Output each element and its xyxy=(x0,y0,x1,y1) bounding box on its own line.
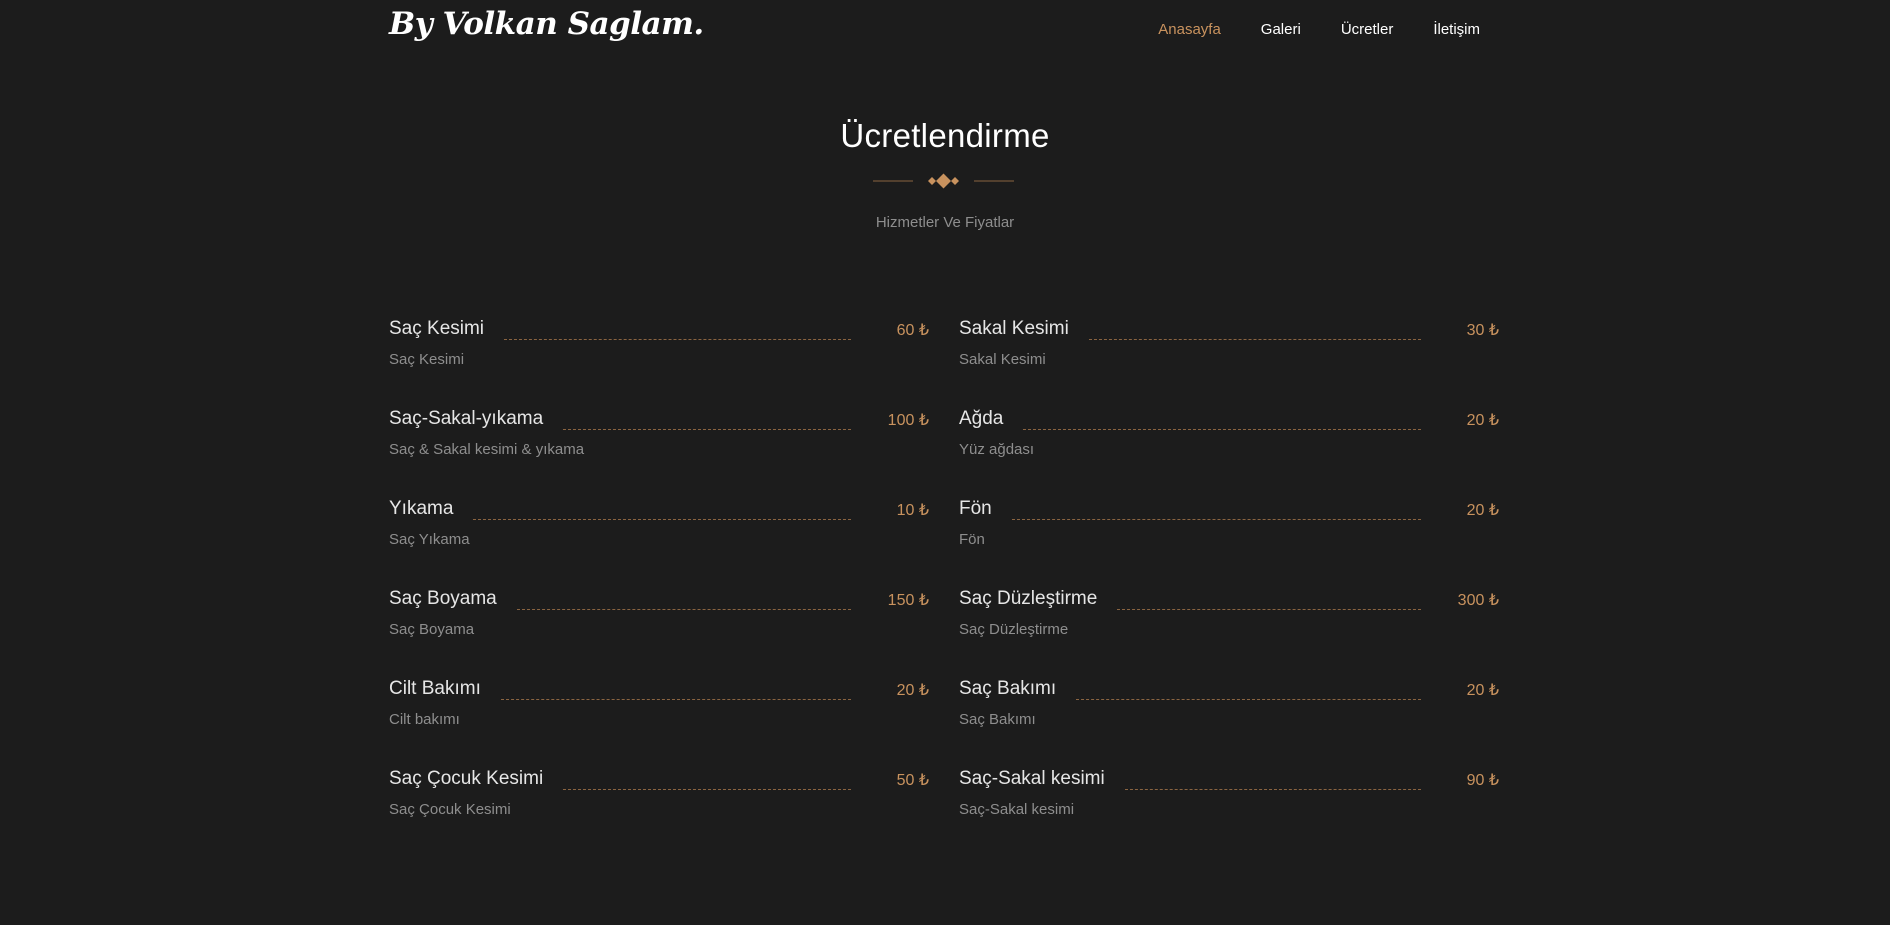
service-name: Yıkama xyxy=(389,498,454,519)
service-price: 100 ₺ xyxy=(887,412,929,429)
service-name: Saç Kesimi xyxy=(389,318,485,339)
dotted-leader xyxy=(1088,338,1421,340)
price-item-row: Saç Düzleştirme xyxy=(959,588,1499,610)
price-item: Saç Boyama 150 ₺ Saç Boyama xyxy=(389,588,929,678)
service-name: Saç-Sakal kesimi xyxy=(959,768,1105,789)
service-name: Saç-Sakal-yıkama xyxy=(389,408,544,429)
service-name: Saç Düzleştirme xyxy=(959,588,1098,609)
service-description: Saç Kesimi xyxy=(389,351,465,368)
service-description: Cilt bakımı xyxy=(389,711,460,728)
price-item-row: Saç Çocuk Kesimi xyxy=(389,768,929,790)
service-name: Ağda xyxy=(959,408,1004,429)
site-header: By Volkan Saglam. Anasayfa Galeri Ücretl… xyxy=(389,0,1500,62)
service-price: 150 ₺ xyxy=(887,592,929,609)
dotted-leader xyxy=(516,608,851,610)
service-name: Cilt Bakımı xyxy=(389,678,481,699)
dotted-leader xyxy=(1023,428,1421,430)
price-item-row: Saç Bakımı xyxy=(959,678,1499,700)
price-item-row: Saç-Sakal-yıkama xyxy=(389,408,929,430)
dotted-leader xyxy=(473,518,851,520)
section-title: Ücretlendirme xyxy=(840,117,1050,154)
site-logo[interactable]: By Volkan Saglam. xyxy=(389,6,704,42)
service-price: 90 ₺ xyxy=(1466,772,1499,789)
price-item: Saç Çocuk Kesimi 50 ₺ Saç Çocuk Kesimi xyxy=(389,768,929,858)
service-price: 20 ₺ xyxy=(1466,502,1499,519)
price-item: Fön 20 ₺ Fön xyxy=(959,498,1499,588)
nav-item-anasayfa[interactable]: Anasayfa xyxy=(1158,21,1221,38)
service-description: Fön xyxy=(959,531,985,548)
price-list-left: Saç Kesimi 60 ₺ Saç Kesimi Saç-Sakal-yıkama… xyxy=(389,318,929,858)
page: By Volkan Saglam. Anasayfa Galeri Ücretl… xyxy=(0,0,1890,925)
service-name: Fön xyxy=(959,498,992,519)
price-item-row: Ağda xyxy=(959,408,1499,430)
service-name: Sakal Kesimi xyxy=(959,318,1069,339)
price-item-row: Saç Kesimi xyxy=(389,318,929,340)
price-item-row: Saç Boyama xyxy=(389,588,929,610)
service-description: Saç & Sakal kesimi & yıkama xyxy=(389,441,585,458)
service-description: Saç Yıkama xyxy=(389,531,470,548)
price-item: Ağda 20 ₺ Yüz ağdası xyxy=(959,408,1499,498)
service-price: 20 ₺ xyxy=(1466,682,1499,699)
price-item: Saç-Sakal kesimi 90 ₺ Saç-Sakal kesimi xyxy=(959,768,1499,858)
service-name: Saç Boyama xyxy=(389,588,497,609)
price-item-row: Cilt Bakımı xyxy=(389,678,929,700)
price-item: Saç Bakımı 20 ₺ Saç Bakımı xyxy=(959,678,1499,768)
service-name: Saç Çocuk Kesimi xyxy=(389,768,544,789)
service-price: 10 ₺ xyxy=(896,502,929,519)
service-description: Yüz ağdası xyxy=(959,441,1035,458)
price-item-row: Yıkama xyxy=(389,498,929,520)
section-subtitle: Hizmetler Ve Fiyatlar xyxy=(875,214,1015,231)
dotted-leader xyxy=(563,788,851,790)
service-description: Saç Düzleştirme xyxy=(959,621,1069,638)
service-price: 50 ₺ xyxy=(896,772,929,789)
price-item: Cilt Bakımı 20 ₺ Cilt bakımı xyxy=(389,678,929,768)
price-item: Saç Düzleştirme 300 ₺ Saç Düzleştirme xyxy=(959,588,1499,678)
service-description: Sakal Kesimi xyxy=(959,351,1046,368)
service-price: 20 ₺ xyxy=(1466,412,1499,429)
service-description: Saç Bakımı xyxy=(959,711,1036,728)
dotted-leader xyxy=(1076,698,1421,700)
service-price: 30 ₺ xyxy=(1466,322,1499,339)
price-item: Sakal Kesimi 30 ₺ Sakal Kesimi xyxy=(959,318,1499,408)
service-description: Saç Boyama xyxy=(389,621,475,638)
main-nav: Anasayfa Galeri Ücretler İletişim xyxy=(1158,21,1480,38)
dotted-leader xyxy=(504,338,851,340)
price-list-right: Sakal Kesimi 30 ₺ Sakal Kesimi Ağda 20 ₺ Yüz … xyxy=(959,318,1499,858)
service-price: 300 ₺ xyxy=(1457,592,1499,609)
price-item: Saç-Sakal-yıkama 100 ₺ Saç & Sakal kesimi … xyxy=(389,408,929,498)
dotted-leader xyxy=(1124,788,1421,790)
service-price: 20 ₺ xyxy=(896,682,929,699)
dotted-leader xyxy=(563,428,851,430)
dotted-leader xyxy=(1011,518,1421,520)
service-description: Saç Çocuk Kesimi xyxy=(389,801,511,818)
price-item-row: Fön xyxy=(959,498,1499,520)
nav-item-iletisim[interactable]: İletişim xyxy=(1433,21,1480,38)
service-name: Saç Bakımı xyxy=(959,678,1057,699)
price-item: Yıkama 10 ₺ Saç Yıkama xyxy=(389,498,929,588)
price-item: Saç Kesimi 60 ₺ Saç Kesimi xyxy=(389,318,929,408)
service-price: 60 ₺ xyxy=(896,322,929,339)
price-item-row: Sakal Kesimi xyxy=(959,318,1499,340)
nav-item-ucretler[interactable]: Ücretler xyxy=(1341,21,1394,38)
dotted-leader xyxy=(500,698,851,700)
diamond-ornament-icon xyxy=(873,173,1014,189)
nav-item-galeri[interactable]: Galeri xyxy=(1261,21,1301,38)
dotted-leader xyxy=(1117,608,1421,610)
price-item-row: Saç-Sakal kesimi xyxy=(959,768,1499,790)
service-description: Saç-Sakal kesimi xyxy=(959,801,1075,818)
